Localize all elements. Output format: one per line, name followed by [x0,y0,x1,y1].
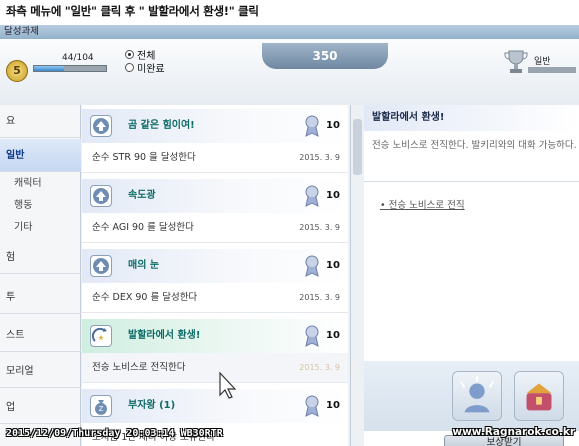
reward-box [364,361,579,431]
achievement-title: 속도광 [128,190,156,201]
header: 5 44/104 전체 미완료 350 일반 [0,39,579,105]
sidebar-item-general[interactable]: 일반 [0,139,81,172]
achievement-description: 순수 AGI 90 를 달성한다 2015. 3. 9 [82,213,348,243]
achievement-title: 발할라에서 환생! [128,330,201,341]
money-bag-icon: Z [90,395,112,417]
radio-empty-icon [125,63,134,72]
achievement-points: 10 [326,120,340,131]
sidebar: 요 일반 캐릭터 행동 기타 험 투 스트 모리얼 업 [0,105,81,446]
rank-bar [528,67,576,73]
watermark: www.Ragnarok.co.kr [452,426,575,438]
medal-icon [305,395,319,417]
arrow-up-icon [90,115,112,137]
svg-text:Z: Z [99,405,104,413]
achievement-header[interactable]: 매의 눈 10 [82,249,348,283]
scrollbar-thumb[interactable] [353,119,362,175]
list-scrollbar[interactable] [350,105,363,446]
detail-title: 발할라에서 환생! [364,105,579,131]
sidebar-item-character[interactable]: 캐릭터 [0,173,81,195]
achievement-description: 전승 노비스로 전직한다 2015. 3. 9 [82,353,348,383]
reward-title-icon[interactable] [452,371,502,421]
arrow-up-icon [90,255,112,277]
achievement-points: 10 [326,190,340,201]
radio-selected-icon [125,50,134,59]
achievement-title: 부자왕 (1) [128,400,176,411]
sidebar-item-quest[interactable]: 스트 [0,319,81,352]
sidebar-item-achievement[interactable]: 업 [0,391,81,424]
arrow-up-icon [90,185,112,207]
achievement-date: 2015. 3. 9 [299,223,340,232]
mouse-cursor-icon [219,372,236,399]
medal-icon [305,115,319,137]
rank-label: 일반 [534,57,551,67]
achievement-header[interactable]: 곰 같은 힘이여! 10 [82,109,348,143]
achievement-window: 달성과제 5 44/104 전체 미완료 350 일반 요 일반 캐릭터 행동 … [0,25,579,446]
trophy-icon [504,50,528,73]
xp-bar [33,65,107,72]
sidebar-item-memorial[interactable]: 모리얼 [0,355,81,388]
filter-incomplete-radio[interactable]: 미완료 [125,60,165,75]
rebirth-icon [90,325,112,347]
score-display: 350 [262,43,388,69]
timestamp-overlay: 2015/12/09/Thursday 20:03:14 WB30RTR [6,428,223,439]
achievement-date: 2015. 3. 9 [299,363,340,372]
xp-text: 44/104 [62,53,94,63]
sidebar-item-adventure[interactable]: 험 [0,241,81,274]
achievement-date: 2015. 3. 9 [299,153,340,162]
achievement-title: 곰 같은 힘이여! [128,120,195,131]
sidebar-item-battle[interactable]: 투 [0,281,81,314]
reward-item-icon[interactable] [514,371,564,421]
medal-icon [305,255,319,277]
level-badge: 5 [6,60,28,82]
achievement-header[interactable]: 속도광 10 [82,179,348,213]
detail-description: 전승 노비스로 전직한다. 발키리와의 대화 가능하다. [372,140,577,151]
sidebar-item-summary[interactable]: 요 [0,105,81,138]
detail-separator [364,181,579,182]
medal-icon [305,325,319,347]
achievement-list: 곰 같은 힘이여! 10 순수 STR 90 을 달성한다 2015. 3. 9… [82,105,348,446]
sidebar-item-etc[interactable]: 기타 [0,217,81,239]
achievement-date: 2015. 3. 9 [299,293,340,302]
caption: 좌측 메뉴에 "일반" 클릭 후 " 발할라에서 환생!" 클릭 [6,4,259,18]
achievement-header[interactable]: Z 부자왕 (1) 10 [82,389,348,423]
window-titlebar[interactable]: 달성과제 [0,25,579,39]
achievement-points: 10 [326,330,340,341]
achievement-description: 순수 DEX 90 를 달성한다 2015. 3. 9 [82,283,348,313]
achievement-title: 매의 눈 [128,260,160,271]
achievement-points: 10 [326,260,340,271]
detail-requirement: • 전승 노비스로 전직 [380,200,465,211]
xp-fill [34,66,65,71]
detail-panel: 발할라에서 환생! 전승 노비스로 전직한다. 발키리와의 대화 가능하다. •… [364,105,579,446]
achievement-points: 10 [326,400,340,411]
sidebar-item-action[interactable]: 행동 [0,195,81,217]
achievement-description: 순수 STR 90 을 달성한다 2015. 3. 9 [82,143,348,173]
medal-icon [305,185,319,207]
achievement-header-selected[interactable]: 발할라에서 환생! 10 [82,319,348,353]
